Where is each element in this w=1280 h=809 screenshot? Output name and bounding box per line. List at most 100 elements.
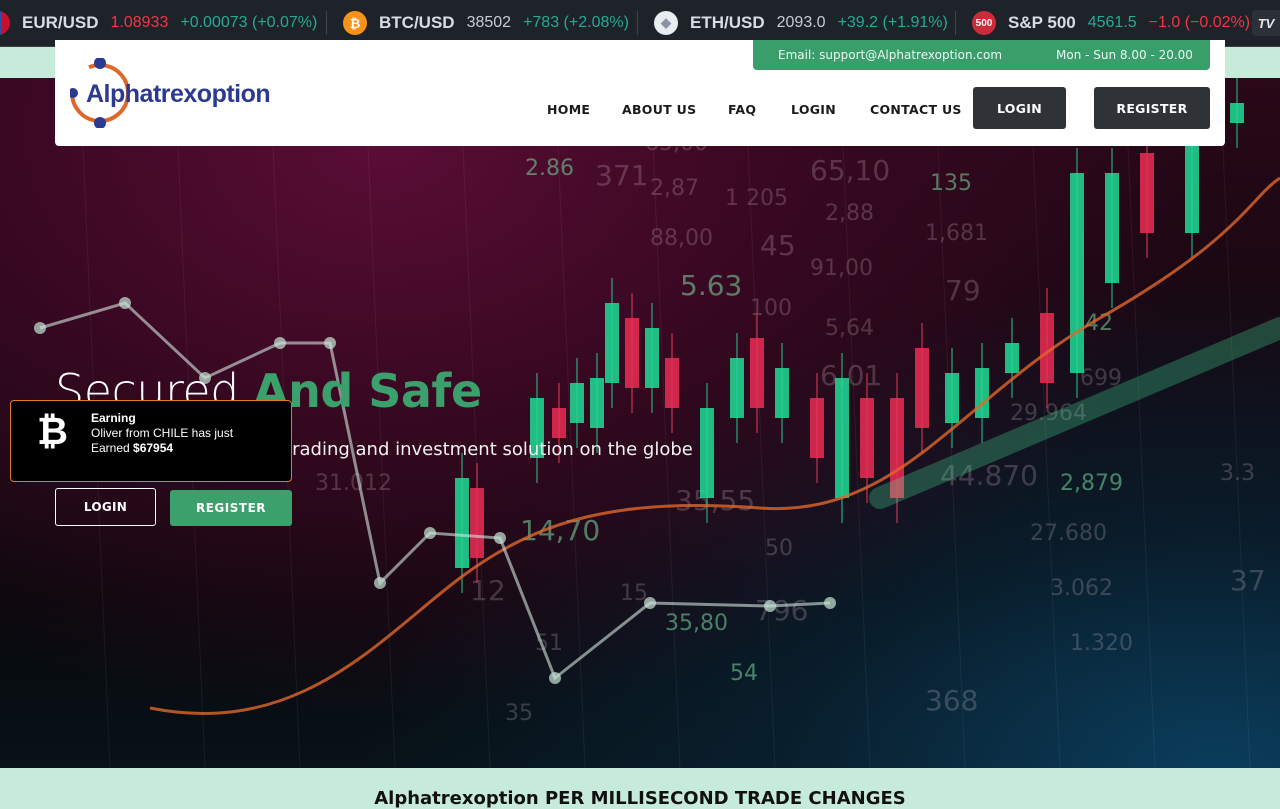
background-number: 6,01 (820, 359, 882, 392)
brand-name[interactable]: Alphatrexoption (86, 80, 271, 109)
contact-bar: Email: support@Alphatrexoption.com Mon -… (753, 40, 1210, 70)
background-number: 88,00 (650, 226, 713, 251)
bitcoin-icon: ₿ (37, 411, 68, 453)
price-point (34, 322, 46, 334)
nav-contact-us[interactable]: CONTACT US (870, 102, 962, 117)
background-number: 12 (470, 574, 506, 607)
background-number: 371 (595, 159, 648, 192)
price-point (424, 527, 436, 539)
ticker-price: 38502 (466, 14, 512, 31)
background-number: 14,70 (520, 514, 600, 547)
background-number: 368 (925, 684, 978, 717)
notification-amount: $67954 (133, 441, 174, 455)
background-number: 796 (755, 594, 808, 627)
ticker-change: −1.0 (−0.02%) (1148, 14, 1251, 31)
ethereum-icon: ◆ (654, 11, 678, 35)
background-number: 1,681 (925, 221, 988, 246)
background-number: 2,88 (825, 201, 874, 226)
price-point (764, 600, 776, 612)
notification-message: Oliver from CHILE has just (91, 426, 234, 440)
section-title: Alphatrexoption PER MILLISECOND TRADE CH… (374, 788, 906, 809)
candlestick (730, 358, 744, 418)
nav-login[interactable]: LOGIN (791, 102, 836, 117)
candlestick (1185, 133, 1199, 233)
ticker-divider (955, 11, 956, 35)
price-point (324, 337, 336, 349)
price-point (374, 577, 386, 589)
background-number: 31.012 (315, 471, 392, 496)
background-number: 35 (505, 701, 533, 726)
ticker-change: +783 (+2.08%) (523, 14, 629, 31)
nav-about-us[interactable]: ABOUT US (622, 102, 696, 117)
header-register-button[interactable]: REGISTER (1094, 87, 1210, 129)
candlestick (645, 328, 659, 388)
hero-login-button[interactable]: LOGIN (55, 488, 156, 526)
earning-notification[interactable]: ₿ Earning Oliver from CHILE has just Ear… (10, 400, 292, 482)
price-point (644, 597, 656, 609)
ticker-change: +0.00073 (+0.07%) (180, 14, 318, 31)
ticker-price: 4561.5 (1087, 14, 1137, 31)
candlestick (915, 348, 929, 428)
candlestick (1070, 173, 1084, 373)
background-number: 65,10 (810, 154, 890, 187)
candlestick (605, 303, 619, 383)
background-number: 27.680 (1030, 521, 1107, 546)
price-point (824, 597, 836, 609)
background-number: 1 205 (725, 186, 788, 211)
ticker-symbol: EUR/USD (22, 13, 99, 32)
header-login-button[interactable]: LOGIN (973, 87, 1066, 129)
background-number: 1.320 (1070, 631, 1133, 656)
background-number: 50 (765, 536, 793, 561)
price-point (274, 337, 286, 349)
candlestick (1140, 153, 1154, 233)
nav-faq[interactable]: FAQ (728, 102, 756, 117)
candlestick (570, 383, 584, 423)
background-number: 45 (760, 229, 796, 262)
price-point (549, 672, 561, 684)
ticker-symbol: BTC/USD (379, 13, 455, 32)
candlestick (665, 358, 679, 408)
background-number: 15 (620, 581, 648, 606)
candlestick (700, 408, 714, 498)
background-number: 54 (730, 661, 758, 686)
background-number: 135 (930, 171, 972, 196)
nav-home[interactable]: HOME (547, 102, 590, 117)
background-number: 3.3 (1220, 461, 1255, 486)
background-number: 3.062 (1050, 576, 1113, 601)
candlestick (1005, 343, 1019, 373)
notification-earned-label: Earned (91, 441, 134, 455)
sp500-icon: 500 (972, 11, 996, 35)
ticker-divider (637, 11, 638, 35)
ticker-symbol: S&P 500 (1008, 13, 1076, 32)
background-number: 2,87 (650, 176, 699, 201)
tradingview-logo-icon[interactable]: TV (1252, 10, 1280, 36)
candlestick (470, 488, 484, 558)
background-number: 2,879 (1060, 471, 1123, 496)
contact-email[interactable]: Email: support@Alphatrexoption.com (778, 48, 1002, 62)
ticker-divider (326, 11, 327, 35)
bitcoin-icon: ₿ (343, 11, 367, 35)
candlestick (1105, 173, 1119, 283)
hero-subtitle-text: crypto trading and investment solution o… (221, 439, 693, 460)
candlestick (775, 368, 789, 418)
notification-title: Earning (91, 411, 136, 425)
candlestick (455, 478, 469, 568)
background-number: 5,64 (825, 316, 874, 341)
background-number: 91,00 (810, 256, 873, 281)
background-number: 35,55 (675, 484, 755, 517)
candlestick (1230, 103, 1244, 123)
candlestick (590, 378, 604, 428)
background-number: 2.86 (525, 156, 574, 181)
candlestick (860, 398, 874, 478)
ticker-price: 1.08933 (110, 14, 169, 31)
ticker-symbol: ETH/USD (690, 13, 765, 32)
price-point (119, 297, 131, 309)
contact-hours: Mon - Sun 8.00 - 20.00 (1056, 48, 1193, 62)
ticker-change: +39.2 (+1.91%) (837, 14, 948, 31)
background-number: 79 (945, 274, 981, 307)
candlestick (750, 338, 764, 408)
ticker-price: 2093.0 (776, 14, 826, 31)
candlestick (625, 318, 639, 388)
background-number: 5.63 (680, 269, 742, 302)
hero-register-button[interactable]: REGISTER (170, 490, 292, 526)
